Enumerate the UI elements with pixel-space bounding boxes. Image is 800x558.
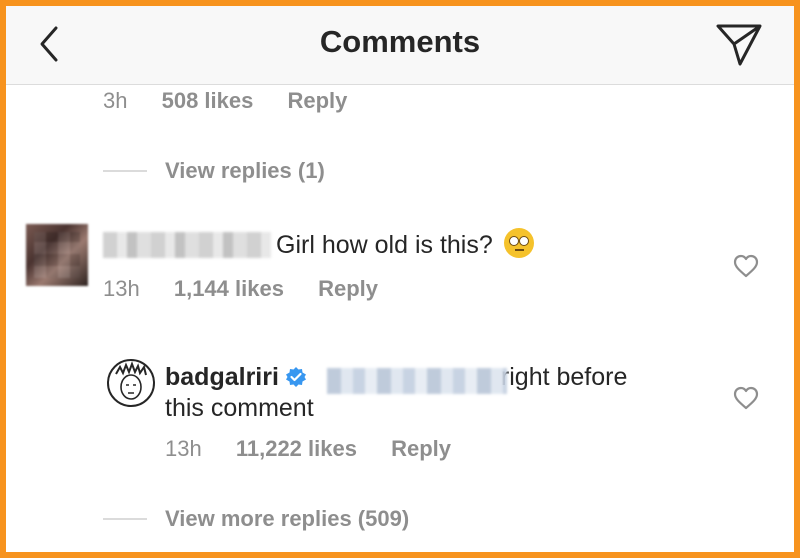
reply-text-line2: this comment <box>165 394 314 422</box>
reply-time: 13h <box>165 436 202 461</box>
comment-meta-row: 3h 508 likes Reply <box>103 88 375 114</box>
comment-time: 13h <box>103 276 140 301</box>
view-more-replies-button[interactable]: View more replies (509) <box>165 506 409 532</box>
heart-like-icon[interactable] <box>733 386 759 410</box>
send-direct-icon[interactable] <box>714 18 764 68</box>
badgalriri-avatar[interactable] <box>106 358 156 408</box>
reply-button[interactable]: Reply <box>287 88 347 113</box>
reply-button[interactable]: Reply <box>391 436 451 461</box>
page-title: Comments <box>319 24 481 59</box>
comment-meta-row: 13h 1,144 likes Reply <box>103 276 406 302</box>
view-replies-button[interactable]: View replies (1) <box>165 158 325 184</box>
comment-likes[interactable]: 1,144 likes <box>174 276 284 301</box>
replies-divider-line <box>103 170 147 172</box>
rolling-eyes-emoji-icon <box>503 228 534 258</box>
commenter-username-blurred[interactable] <box>103 232 271 258</box>
verified-badge-icon <box>285 367 306 387</box>
reply-button[interactable]: Reply <box>318 276 378 301</box>
reply-username[interactable]: badgalriri <box>165 363 279 391</box>
comment-text: Girl how old is this? <box>276 228 534 260</box>
header-bar: Comments <box>6 6 794 85</box>
reply-likes[interactable]: 11,222 likes <box>236 436 357 461</box>
reply-meta-row: 13h 11,222 likes Reply <box>165 436 479 462</box>
reply-text-line1: right before <box>500 363 628 391</box>
mentioned-username-blurred[interactable] <box>327 368 507 394</box>
comments-screen: Comments 3h 508 likes Reply View replies… <box>0 0 800 558</box>
heart-like-icon[interactable] <box>733 254 759 278</box>
comment-likes[interactable]: 508 likes <box>162 88 254 113</box>
replies-divider-line <box>103 518 147 520</box>
comment-time: 3h <box>103 88 128 113</box>
commenter-avatar-pixelated[interactable] <box>26 224 88 286</box>
comment-body: Girl how old is this? <box>276 231 493 259</box>
